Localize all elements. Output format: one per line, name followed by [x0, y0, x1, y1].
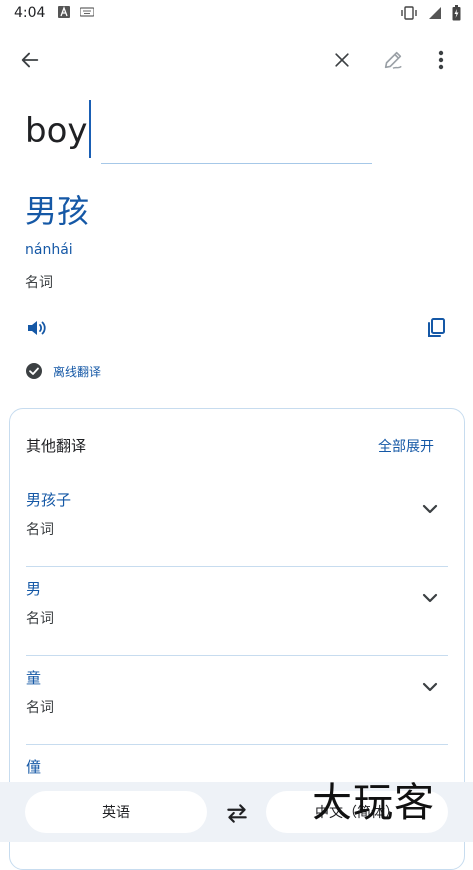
other-translations-title: 其他翻译 [26, 437, 87, 455]
input-underline [101, 163, 372, 164]
keyboard-icon [80, 7, 94, 17]
status-bar: 4:04 [0, 0, 473, 26]
check-circle-icon [26, 363, 42, 379]
clear-button[interactable] [326, 44, 358, 76]
alt-word: 男 [26, 580, 42, 598]
alt-pos: 名词 [26, 611, 54, 627]
row-divider [26, 566, 448, 567]
row-divider [26, 744, 448, 745]
row-divider [26, 655, 448, 656]
text-cursor [88, 100, 91, 158]
notification-a-icon [58, 6, 70, 18]
status-time: 4:04 [14, 5, 46, 21]
translation-row[interactable]: 男 名词 [26, 568, 448, 656]
volume-icon [28, 321, 46, 335]
watermark: 大玩客 [312, 780, 435, 826]
translation-row[interactable]: 童 名词 [26, 657, 448, 745]
vibrate-icon [401, 6, 417, 20]
copy-button[interactable] [424, 316, 450, 342]
source-language-button[interactable]: 英语 [25, 791, 207, 833]
chevron-down-icon[interactable] [418, 586, 442, 610]
translation-result: 男孩 [25, 192, 90, 230]
offline-translation-indicator: 离线翻译 [25, 362, 101, 380]
source-text-input[interactable]: boy [25, 100, 91, 158]
more-options-button[interactable] [425, 44, 457, 76]
swap-languages-icon[interactable] [224, 800, 250, 826]
chevron-down-icon[interactable] [418, 675, 442, 699]
chevron-down-icon[interactable] [418, 497, 442, 521]
expand-all-button[interactable]: 全部展开 [378, 436, 434, 456]
signal-icon [429, 7, 441, 19]
offline-label: 离线翻译 [53, 364, 102, 379]
back-arrow-icon [21, 52, 39, 68]
pinyin-text: nánhái [25, 242, 73, 258]
part-of-speech: 名词 [25, 275, 53, 291]
back-button[interactable] [14, 44, 46, 76]
top-toolbar [0, 36, 473, 84]
alt-word: 男孩子 [26, 491, 72, 509]
more-vert-icon [438, 50, 444, 70]
close-icon [335, 53, 349, 67]
status-left-icons [58, 6, 94, 18]
copy-icon [428, 318, 445, 337]
status-right-icons [400, 5, 461, 21]
pen-icon [384, 51, 402, 69]
alt-word: 僮 [26, 758, 42, 776]
alt-pos: 名词 [26, 700, 54, 716]
battery-icon [452, 5, 461, 21]
handwriting-button[interactable] [377, 44, 409, 76]
speak-button[interactable] [25, 316, 51, 342]
alt-word: 童 [26, 669, 42, 687]
alt-pos: 名词 [26, 522, 54, 538]
source-text-value: boy [25, 111, 88, 151]
translation-row[interactable]: 男孩子 名词 [26, 479, 448, 567]
